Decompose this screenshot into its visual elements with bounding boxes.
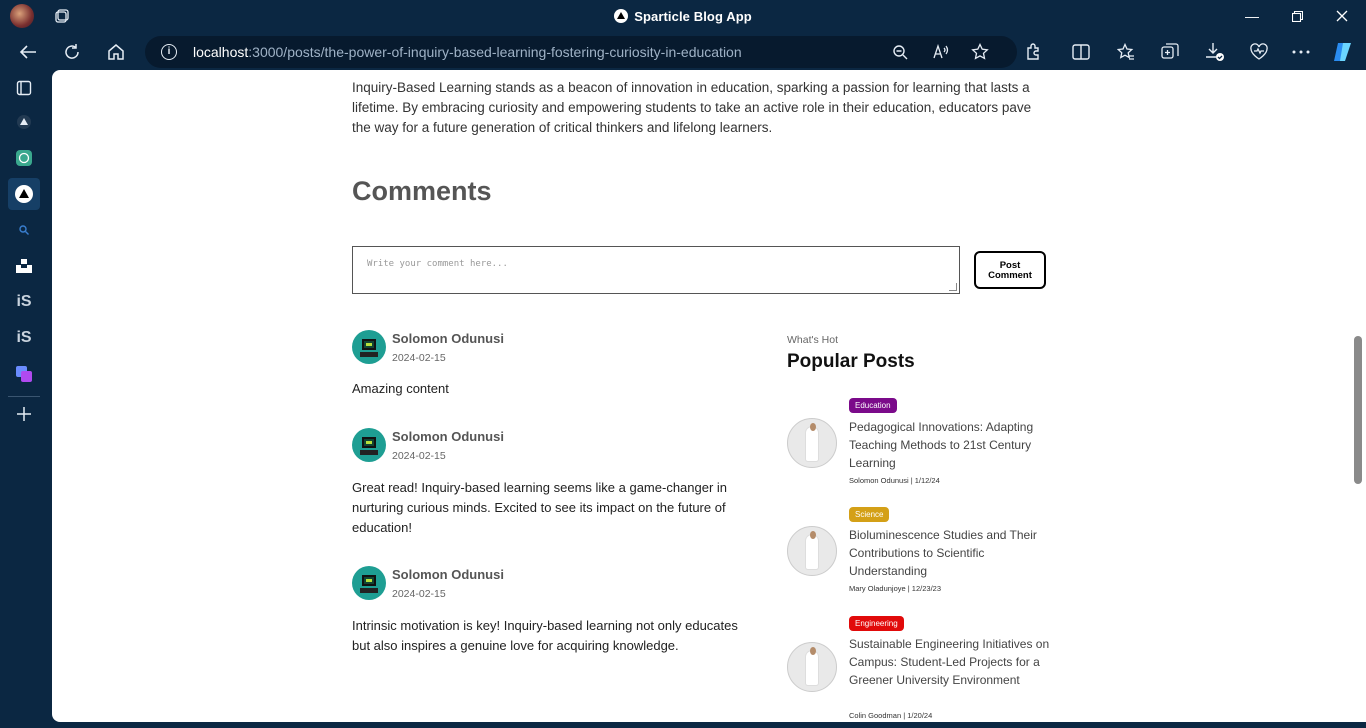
sidebar-app-unsplash-icon[interactable]: [8, 250, 40, 282]
post-meta: Solomon Odunusi | 1/12/24: [849, 476, 940, 485]
extensions-icon[interactable]: [1019, 38, 1047, 66]
split-screen-icon[interactable]: [1067, 38, 1095, 66]
refresh-icon[interactable]: [58, 38, 86, 66]
sidebar-divider: [8, 396, 40, 397]
post-title-link[interactable]: Bioluminescence Studies and Their Contri…: [849, 526, 1054, 580]
popular-posts-heading: Popular Posts: [787, 351, 915, 372]
resize-handle-icon[interactable]: [949, 283, 957, 291]
post-thumbnail[interactable]: [787, 642, 837, 692]
comment-author: Solomon Odunusi: [392, 331, 504, 346]
url-text[interactable]: localhost:3000/posts/the-power-of-inquir…: [193, 44, 742, 60]
sidebar-add-icon[interactable]: [8, 398, 40, 430]
copilot-icon[interactable]: [1329, 38, 1357, 66]
address-bar[interactable]: i localhost:3000/posts/the-power-of-inqu…: [145, 36, 1017, 68]
avatar: [352, 428, 386, 462]
comment-author: Solomon Odunusi: [392, 429, 504, 444]
avatar: [352, 566, 386, 600]
post-title-link[interactable]: Pedagogical Innovations: Adapting Teachi…: [849, 418, 1054, 472]
restore-icon[interactable]: [1282, 6, 1312, 26]
comment-author: Solomon Odunusi: [392, 567, 504, 582]
whats-hot-kicker: What's Hot: [787, 334, 839, 346]
popular-posts-panel: What's Hot Popular Posts Education Pedag…: [787, 334, 1057, 720]
favorites-icon[interactable]: [1112, 38, 1140, 66]
window-title-text: Sparticle Blog App: [634, 9, 752, 24]
post-title-link[interactable]: Sustainable Engineering Initiatives on C…: [849, 635, 1054, 689]
home-icon[interactable]: [102, 38, 130, 66]
scrollbar-thumb[interactable]: [1354, 336, 1362, 484]
title-bar: Sparticle Blog App —: [0, 0, 1366, 34]
zoom-icon[interactable]: [890, 42, 910, 62]
sidebar-app-active-icon[interactable]: [8, 178, 40, 210]
collections-icon[interactable]: [1156, 38, 1184, 66]
tab-actions-icon[interactable]: [8, 72, 40, 104]
comment-date: 2024-02-15: [392, 450, 446, 462]
category-badge[interactable]: Engineering: [849, 616, 904, 631]
sidebar-search-icon[interactable]: [8, 214, 40, 246]
app-logo-icon: [614, 9, 629, 23]
article-closing-paragraph: Inquiry-Based Learning stands as a beaco…: [352, 80, 1032, 135]
page-content: Inquiry-Based Learning stands as a beaco…: [52, 70, 1350, 722]
category-badge[interactable]: Science: [849, 507, 890, 522]
close-icon[interactable]: [1327, 6, 1357, 26]
page-scrollbar[interactable]: [1350, 70, 1366, 722]
performance-icon[interactable]: [1245, 38, 1273, 66]
post-thumbnail[interactable]: [787, 418, 837, 468]
more-options-icon[interactable]: [1287, 38, 1315, 66]
post-meta: Mary Oladunjoye | 12/23/23: [849, 584, 942, 593]
browser-toolbar: i localhost:3000/posts/the-power-of-inqu…: [0, 34, 1366, 70]
post-thumbnail[interactable]: [787, 526, 837, 576]
comments-heading: Comments: [352, 176, 492, 206]
sidebar-app-chatgpt-icon[interactable]: [8, 142, 40, 174]
comment-text: Intrinsic motivation is key! Inquiry-bas…: [352, 618, 738, 653]
comment-text: Amazing content: [352, 381, 449, 396]
sidebar-app-purple-icon[interactable]: [8, 358, 40, 390]
site-info-icon[interactable]: i: [161, 44, 177, 60]
comment-input-placeholder: Write your comment here...: [367, 259, 508, 269]
post-meta: Colin Goodman | 1/20/24: [849, 711, 933, 720]
minimize-icon[interactable]: —: [1237, 6, 1267, 26]
sidebar-app-is-2-icon[interactable]: iS: [8, 322, 40, 354]
browser-sidebar: iS iS: [0, 70, 50, 728]
comment-date: 2024-02-15: [392, 588, 446, 600]
comment-input[interactable]: Write your comment here...: [352, 246, 960, 294]
downloads-icon[interactable]: [1201, 38, 1229, 66]
back-icon[interactable]: [14, 38, 42, 66]
comment-date: 2024-02-15: [392, 352, 446, 364]
post-comment-button[interactable]: Post Comment: [974, 251, 1046, 289]
category-badge[interactable]: Education: [849, 398, 897, 413]
window-title: Sparticle Blog App: [0, 9, 1366, 24]
favorite-star-icon[interactable]: [970, 42, 990, 62]
read-aloud-icon[interactable]: [931, 42, 951, 62]
sidebar-app-is-icon[interactable]: iS: [8, 286, 40, 318]
comment-text: Great read! Inquiry-based learning seems…: [352, 480, 728, 535]
avatar: [352, 330, 386, 364]
sidebar-app-triangle-icon[interactable]: [8, 106, 40, 138]
